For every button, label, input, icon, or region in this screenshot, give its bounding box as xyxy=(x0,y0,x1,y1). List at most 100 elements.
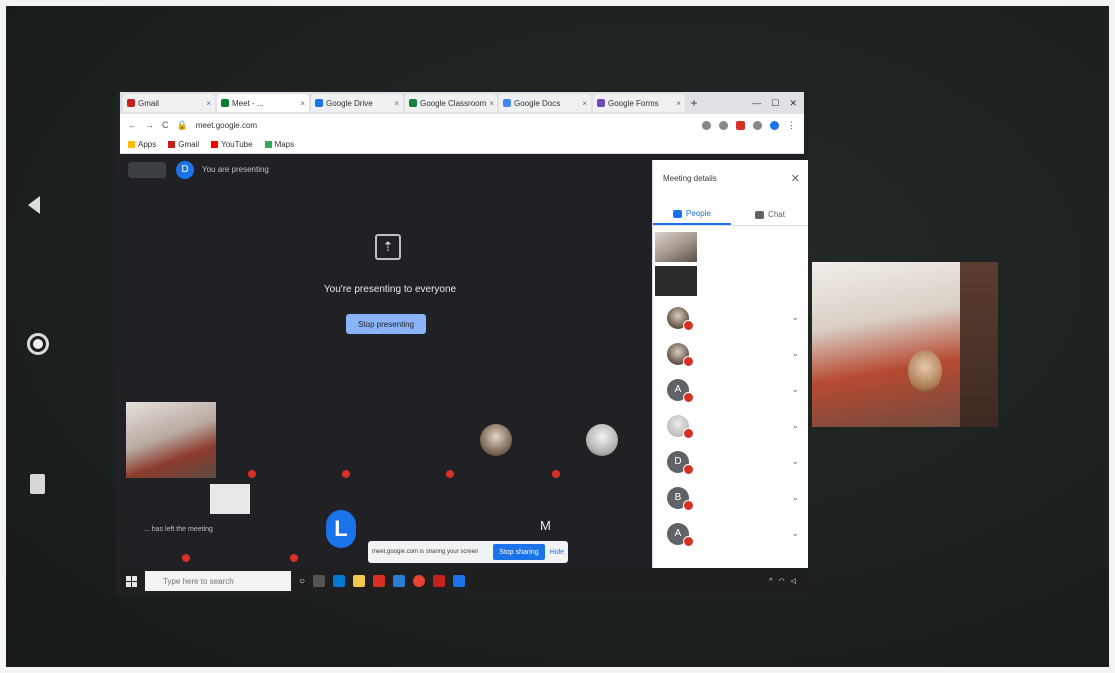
participant-row[interactable]: ⌄ xyxy=(653,410,808,444)
participant-row[interactable]: A ⌄ xyxy=(653,518,808,552)
bookmark-apps[interactable]: Apps xyxy=(128,140,156,149)
participant-avatar[interactable] xyxy=(586,424,618,456)
chevron-down-icon[interactable]: ⌄ xyxy=(791,492,799,503)
participant-thumbnail xyxy=(655,232,697,262)
maximize-icon[interactable]: ☐ xyxy=(771,98,779,109)
reload-icon[interactable]: C xyxy=(162,120,169,130)
mic-off-icon xyxy=(552,470,560,478)
mic-off-icon xyxy=(182,554,190,562)
new-tab-icon[interactable]: + xyxy=(687,96,701,110)
tablet-home-icon[interactable] xyxy=(27,333,49,355)
extensions-puzzle-icon[interactable] xyxy=(753,120,762,130)
participant-initial-avatar[interactable]: L xyxy=(326,510,356,548)
mic-off-icon xyxy=(683,536,694,547)
tablet-back-icon[interactable] xyxy=(28,196,40,214)
word-icon[interactable] xyxy=(393,575,406,587)
browser-tab[interactable]: Google Forms × xyxy=(593,94,685,112)
tab-close-icon[interactable]: × xyxy=(206,99,211,108)
bookmark-youtube[interactable]: YouTube xyxy=(211,140,253,149)
tab-label: Google Drive xyxy=(326,98,373,108)
participant-video-tile[interactable] xyxy=(126,402,216,478)
cortana-icon[interactable]: ○ xyxy=(299,576,305,587)
participant-row[interactable]: D ⌄ xyxy=(653,446,808,480)
tab-close-icon[interactable]: × xyxy=(300,99,305,108)
participant-blank-tile[interactable] xyxy=(210,484,250,514)
edge-icon[interactable] xyxy=(333,575,346,587)
meet-stage: D You are presenting ⇡ You're presenting… xyxy=(120,154,650,562)
tab-close-icon[interactable]: × xyxy=(489,99,494,108)
file-explorer-icon[interactable] xyxy=(353,575,366,587)
bookmark-label: YouTube xyxy=(221,140,253,149)
participant-row[interactable]: ⌄ xyxy=(653,302,808,336)
stop-presenting-button[interactable]: Stop presenting xyxy=(346,314,426,334)
camera-person-face xyxy=(908,350,942,392)
apps-grid-icon xyxy=(128,141,135,149)
floating-camera-window[interactable] xyxy=(812,262,998,427)
participant-avatar[interactable] xyxy=(480,424,512,456)
bookmark-maps[interactable]: Maps xyxy=(264,140,294,149)
close-panel-icon[interactable]: ✕ xyxy=(791,172,800,185)
system-tray: ^ ◠ ◁ xyxy=(769,577,802,586)
participant-row[interactable]: B ⌄ xyxy=(653,482,808,516)
mic-off-icon xyxy=(683,464,694,475)
volume-icon[interactable]: ◁ xyxy=(791,577,796,585)
chevron-down-icon[interactable]: ⌄ xyxy=(791,420,799,431)
browser-tab[interactable]: Gmail × xyxy=(123,94,215,112)
task-view-icon[interactable] xyxy=(313,575,326,587)
chevron-down-icon[interactable]: ⌄ xyxy=(791,384,799,395)
laptop-screen: Gmail × Meet - ... × Google Drive × Google … xyxy=(116,90,808,596)
forward-arrow-icon[interactable]: → xyxy=(145,120,154,130)
meet-favicon-icon xyxy=(221,99,229,107)
forms-favicon-icon xyxy=(597,99,605,107)
windows-taskbar: ○ ^ ◠ ◁ xyxy=(120,568,808,594)
back-arrow-icon[interactable]: ← xyxy=(128,120,137,130)
tab-chat[interactable]: Chat xyxy=(731,204,808,225)
app-icon[interactable] xyxy=(433,575,446,587)
participant-row[interactable] xyxy=(653,264,808,298)
presenting-label: You are presenting xyxy=(202,165,269,174)
chrome-icon[interactable] xyxy=(413,575,426,587)
tablet-recent-apps-icon[interactable] xyxy=(30,474,45,494)
chevron-down-icon[interactable]: ⌄ xyxy=(791,312,799,323)
windows-start-icon[interactable] xyxy=(126,575,137,587)
app-icon[interactable] xyxy=(453,575,466,587)
chevron-down-icon[interactable]: ⌄ xyxy=(791,348,799,359)
chevron-down-icon[interactable]: ⌄ xyxy=(791,456,799,467)
tray-chevron-icon[interactable]: ^ xyxy=(769,578,772,585)
star-icon[interactable] xyxy=(719,120,728,130)
tab-close-icon[interactable]: × xyxy=(582,99,587,108)
browser-tab[interactable]: Google Drive × xyxy=(311,94,403,112)
gmail-favicon-icon xyxy=(127,99,135,107)
url-field[interactable]: meet.google.com xyxy=(196,121,694,130)
extension-red-icon[interactable] xyxy=(736,120,745,130)
wifi-icon[interactable]: ◠ xyxy=(779,577,785,585)
extension-icon[interactable] xyxy=(702,120,711,130)
close-window-icon[interactable]: ✕ xyxy=(789,98,797,109)
hide-banner-button[interactable]: Hide xyxy=(550,549,564,556)
bookmark-gmail[interactable]: Gmail xyxy=(168,140,199,149)
office-icon[interactable] xyxy=(373,575,386,587)
tab-people[interactable]: People xyxy=(653,204,731,225)
participant-row[interactable] xyxy=(653,230,808,264)
stop-sharing-button[interactable]: Stop sharing xyxy=(493,544,545,560)
chevron-down-icon[interactable]: ⌄ xyxy=(791,528,799,539)
profile-avatar-icon[interactable] xyxy=(770,120,779,130)
participant-row[interactable]: A ⌄ xyxy=(653,374,808,408)
tab-close-icon[interactable]: × xyxy=(394,99,399,108)
presenting-message: You're presenting to everyone xyxy=(323,284,457,295)
browser-tab[interactable]: Google Classroom × xyxy=(405,94,497,112)
browser-tab-active[interactable]: Meet - ... × xyxy=(217,94,309,112)
tab-close-icon[interactable]: × xyxy=(676,99,681,108)
meeting-code-badge xyxy=(128,162,166,178)
docs-favicon-icon xyxy=(503,99,511,107)
participant-row[interactable]: ⌄ xyxy=(653,338,808,372)
browser-tab[interactable]: Google Docs × xyxy=(499,94,591,112)
minimize-icon[interactable]: — xyxy=(752,98,761,109)
bookmark-label: Gmail xyxy=(178,140,200,149)
mic-off-icon xyxy=(683,500,694,511)
participant-name-chip xyxy=(342,470,353,478)
youtube-icon xyxy=(211,141,219,149)
participant-thumbnail xyxy=(655,266,697,296)
taskbar-search-input[interactable] xyxy=(145,571,291,592)
browser-menu-icon[interactable]: ⋮ xyxy=(787,120,796,131)
